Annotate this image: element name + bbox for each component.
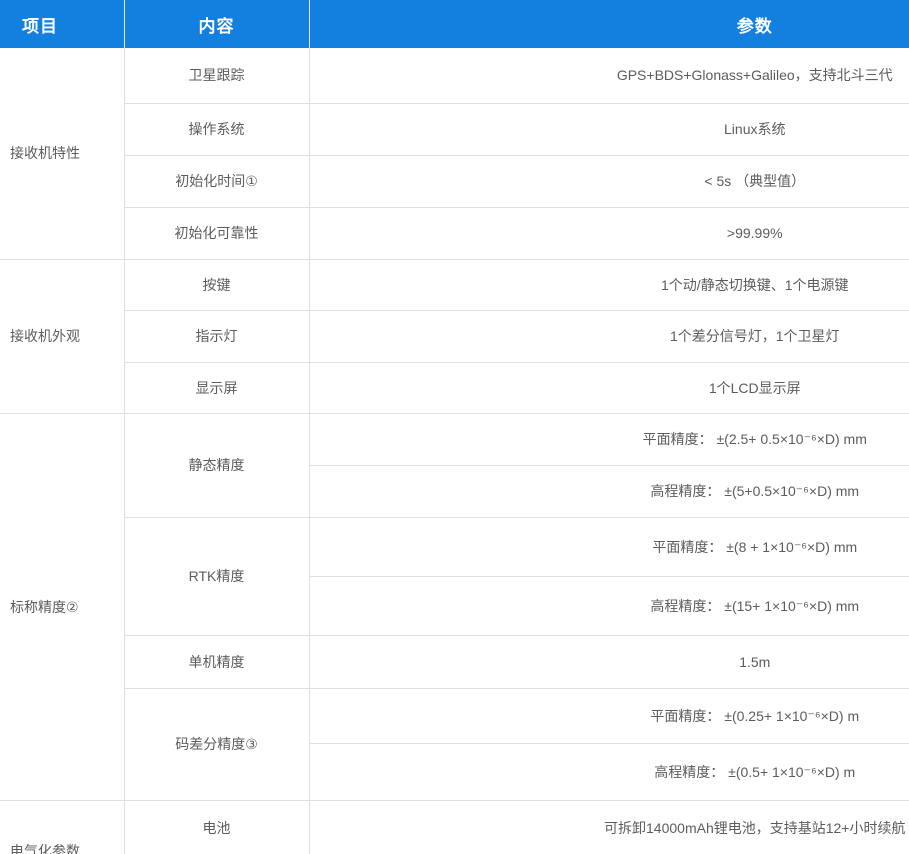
content-cell: 卫星跟踪 xyxy=(124,48,309,103)
table-row: RTK精度平面精度： ±(8 + 1×10⁻⁶×D) mm xyxy=(0,517,909,576)
parameter-cell: 高程精度： ±(5+0.5×10⁻⁶×D) mm xyxy=(309,465,909,517)
content-cell: 单机精度 xyxy=(124,635,309,688)
parameter-cell: 平面精度： ±(8 + 1×10⁻⁶×D) mm xyxy=(309,517,909,576)
spec-page: 项目 内容 参数 接收机特性卫星跟踪GPS+BDS+Glonass+Galile… xyxy=(0,0,909,854)
spec-table-body: 接收机特性卫星跟踪GPS+BDS+Glonass+Galileo，支持北斗三代操… xyxy=(0,48,909,854)
spec-table: 项目 内容 参数 接收机特性卫星跟踪GPS+BDS+Glonass+Galile… xyxy=(0,0,909,854)
content-cell: 指示灯 xyxy=(124,310,309,362)
parameter-cell: < 5s （典型值） xyxy=(309,155,909,207)
table-row: 单机精度1.5m xyxy=(0,635,909,688)
parameter-cell: 1个差分信号灯，1个卫星灯 xyxy=(309,310,909,362)
parameter-cell: 高程精度： ±(0.5+ 1×10⁻⁶×D) m xyxy=(309,743,909,800)
content-cell: 电池 xyxy=(124,800,309,854)
content-cell: 静态精度 xyxy=(124,413,309,517)
table-header-row: 项目 内容 参数 xyxy=(0,0,909,48)
parameter-cell: 1.5m xyxy=(309,635,909,688)
parameter-cell: 平面精度： ±(2.5+ 0.5×10⁻⁶×D) mm xyxy=(309,413,909,465)
group-cell: 标称精度② xyxy=(0,413,124,800)
parameter-cell: GPS+BDS+Glonass+Galileo，支持北斗三代 xyxy=(309,48,909,103)
table-row: 电气化参数电池可拆卸14000mAh锂电池，支持基站12+小时续航 xyxy=(0,800,909,854)
content-cell: 按键 xyxy=(124,259,309,310)
parameter-cell: 1个动/静态切换键、1个电源键 xyxy=(309,259,909,310)
content-cell: 显示屏 xyxy=(124,362,309,413)
table-row: 操作系统Linux系统 xyxy=(0,103,909,155)
header-cell-content: 内容 xyxy=(124,0,309,48)
group-cell: 接收机特性 xyxy=(0,48,124,259)
content-cell: 初始化时间① xyxy=(124,155,309,207)
table-row: 显示屏1个LCD显示屏 xyxy=(0,362,909,413)
parameter-cell: 可拆卸14000mAh锂电池，支持基站12+小时续航 xyxy=(309,800,909,854)
table-row: 标称精度②静态精度平面精度： ±(2.5+ 0.5×10⁻⁶×D) mm xyxy=(0,413,909,465)
table-row: 初始化时间①< 5s （典型值） xyxy=(0,155,909,207)
parameter-cell: 1个LCD显示屏 xyxy=(309,362,909,413)
content-cell: 初始化可靠性 xyxy=(124,207,309,259)
table-row: 码差分精度③平面精度： ±(0.25+ 1×10⁻⁶×D) m xyxy=(0,688,909,743)
table-row: 初始化可靠性>99.99% xyxy=(0,207,909,259)
table-row: 接收机外观按键1个动/静态切换键、1个电源键 xyxy=(0,259,909,310)
header-cell-item: 项目 xyxy=(0,0,124,48)
header-cell-parameter: 参数 xyxy=(309,0,909,48)
table-row: 接收机特性卫星跟踪GPS+BDS+Glonass+Galileo，支持北斗三代 xyxy=(0,48,909,103)
parameter-cell: 高程精度： ±(15+ 1×10⁻⁶×D) mm xyxy=(309,576,909,635)
table-row: 指示灯1个差分信号灯，1个卫星灯 xyxy=(0,310,909,362)
group-cell: 电气化参数 xyxy=(0,800,124,854)
group-cell: 接收机外观 xyxy=(0,259,124,413)
parameter-cell: Linux系统 xyxy=(309,103,909,155)
parameter-cell: 平面精度： ±(0.25+ 1×10⁻⁶×D) m xyxy=(309,688,909,743)
content-cell: 操作系统 xyxy=(124,103,309,155)
content-cell: RTK精度 xyxy=(124,517,309,635)
content-cell: 码差分精度③ xyxy=(124,688,309,800)
parameter-cell: >99.99% xyxy=(309,207,909,259)
